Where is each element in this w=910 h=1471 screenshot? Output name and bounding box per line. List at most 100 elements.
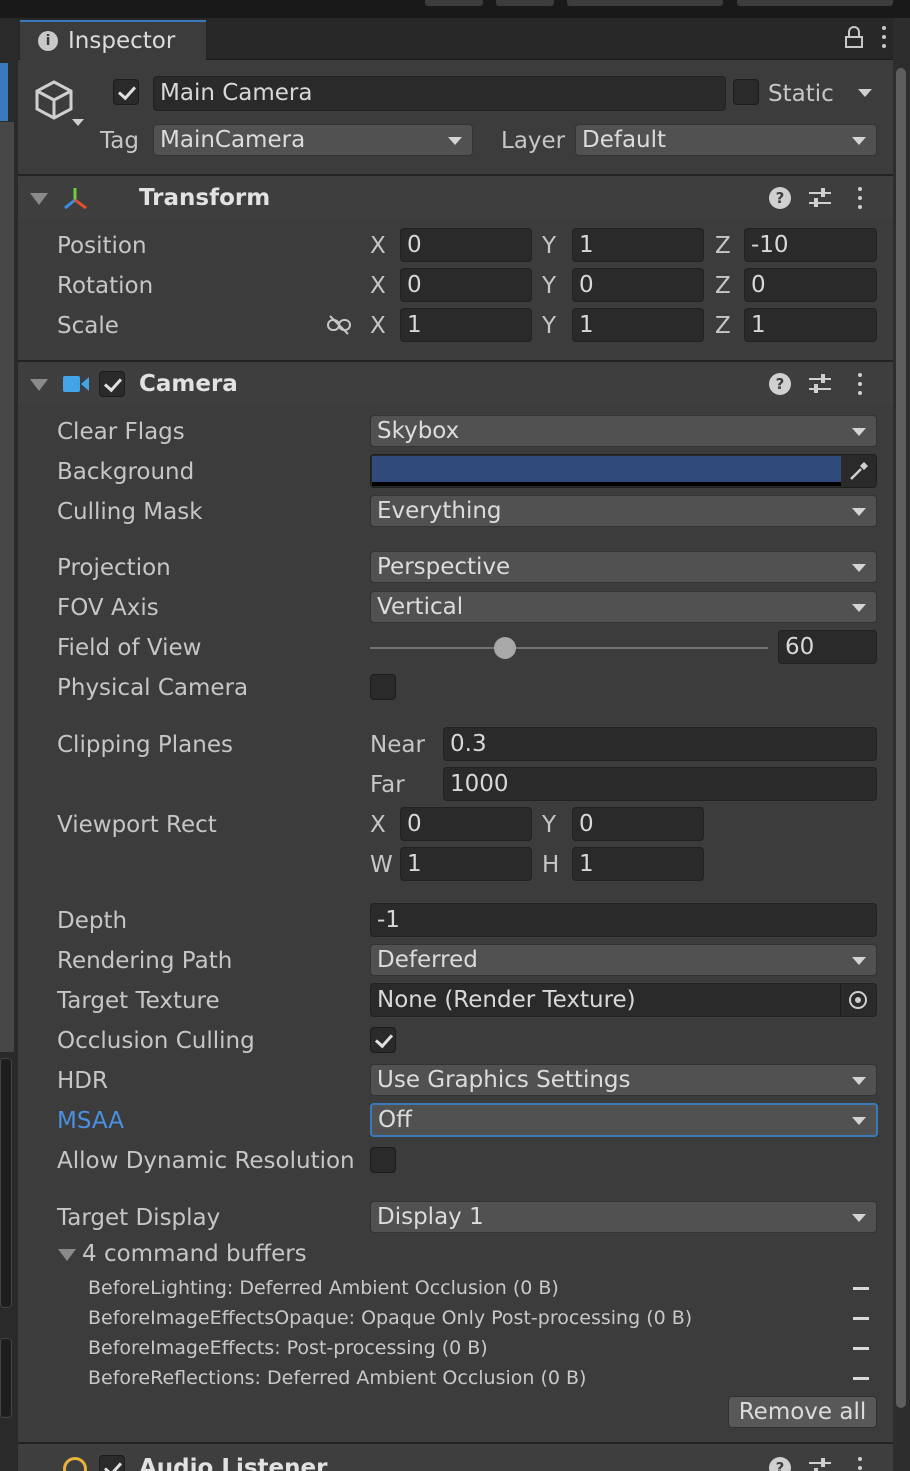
scale-x-input[interactable]: 1 — [400, 308, 532, 342]
scale-y-input[interactable]: 1 — [572, 308, 704, 342]
hdr-dropdown[interactable]: Use Graphics Settings — [370, 1064, 877, 1096]
camera-icon — [63, 376, 89, 392]
remove-buffer-button[interactable] — [853, 1377, 869, 1380]
near-label[interactable]: Near — [370, 730, 425, 760]
culling-mask-dropdown[interactable]: Everything — [370, 495, 877, 527]
dynamic-resolution-checkbox[interactable] — [370, 1147, 396, 1173]
occlusion-culling-checkbox[interactable] — [370, 1027, 396, 1053]
position-z-input[interactable]: -10 — [744, 228, 877, 262]
viewport-h-input[interactable]: 1 — [572, 847, 704, 881]
far-input[interactable]: 1000 — [443, 767, 877, 801]
background-color-swatch[interactable] — [372, 456, 841, 482]
remove-buffer-button[interactable] — [853, 1317, 869, 1320]
background-label: Background — [57, 459, 195, 485]
transform-title: Transform — [139, 185, 271, 211]
axis-x-label[interactable]: X — [370, 231, 386, 261]
object-name-input[interactable]: Main Camera — [153, 76, 726, 111]
viewport-x-input[interactable]: 0 — [400, 807, 532, 841]
transform-icon — [64, 188, 87, 210]
object-picker-icon[interactable] — [849, 991, 867, 1009]
kebab-icon[interactable] — [857, 1457, 863, 1471]
remove-buffer-button[interactable] — [853, 1347, 869, 1350]
command-buffer-item: BeforeReflections: Deferred Ambient Occl… — [88, 1367, 587, 1389]
tag-dropdown[interactable]: MainCamera — [153, 124, 473, 156]
position-y-input[interactable]: 1 — [572, 228, 704, 262]
rotation-label: Rotation — [57, 273, 154, 299]
icon-dropdown-arrow[interactable] — [72, 119, 84, 126]
camera-header[interactable]: Camera ? — [18, 363, 893, 405]
kebab-icon[interactable] — [857, 373, 863, 395]
rotation-y-input[interactable]: 0 — [572, 268, 704, 302]
eyedropper-icon[interactable] — [848, 460, 870, 482]
rendering-path-dropdown[interactable]: Deferred — [370, 944, 877, 976]
fov-slider-track[interactable] — [370, 647, 768, 649]
viewport-x-label[interactable]: X — [370, 810, 386, 840]
preset-icon[interactable] — [809, 1458, 831, 1471]
viewport-w-input[interactable]: 1 — [400, 847, 532, 881]
rotation-x-input[interactable]: 0 — [400, 268, 532, 302]
scale-z-input[interactable]: 1 — [744, 308, 877, 342]
static-checkbox[interactable] — [733, 79, 759, 105]
physical-camera-checkbox[interactable] — [370, 674, 396, 700]
axis-y-label[interactable]: Y — [542, 271, 556, 301]
msaa-dropdown[interactable]: Off — [370, 1103, 878, 1137]
far-label[interactable]: Far — [370, 770, 405, 800]
target-display-dropdown[interactable]: Display 1 — [370, 1201, 877, 1233]
divider — [18, 360, 893, 362]
near-input[interactable]: 0.3 — [443, 727, 877, 761]
unlink-icon[interactable] — [326, 315, 352, 335]
lock-icon[interactable] — [845, 26, 863, 48]
axis-x-label[interactable]: X — [370, 311, 386, 341]
target-display-value: Display 1 — [377, 1204, 484, 1230]
scrollbar[interactable] — [893, 18, 910, 1471]
command-buffer-item: BeforeLighting: Deferred Ambient Occlusi… — [88, 1277, 559, 1299]
background-color-field[interactable] — [370, 454, 877, 488]
fov-axis-dropdown[interactable]: Vertical — [370, 591, 877, 623]
preset-icon[interactable] — [809, 374, 831, 394]
viewport-rect-label: Viewport Rect — [57, 812, 217, 838]
static-dropdown-arrow[interactable] — [858, 89, 872, 97]
help-icon[interactable]: ? — [769, 1457, 791, 1471]
projection-dropdown[interactable]: Perspective — [370, 551, 877, 583]
remove-buffer-button[interactable] — [853, 1287, 869, 1290]
field-of-view-label: Field of View — [57, 635, 202, 661]
rotation-z-input[interactable]: 0 — [744, 268, 877, 302]
fov-input[interactable]: 60 — [778, 630, 877, 664]
axis-z-label[interactable]: Z — [715, 271, 731, 301]
msaa-value: Off — [378, 1107, 412, 1133]
hdr-label: HDR — [57, 1068, 108, 1094]
command-buffers-foldout-arrow[interactable] — [58, 1249, 76, 1261]
help-icon[interactable]: ? — [769, 187, 791, 209]
active-checkbox[interactable] — [113, 79, 139, 105]
camera-foldout-arrow[interactable] — [30, 379, 48, 391]
physical-camera-label: Physical Camera — [57, 675, 249, 701]
viewport-y-label[interactable]: Y — [542, 810, 556, 840]
axis-z-label[interactable]: Z — [715, 311, 731, 341]
preset-icon[interactable] — [809, 188, 831, 208]
viewport-y-input[interactable]: 0 — [572, 807, 704, 841]
kebab-icon[interactable] — [881, 26, 887, 48]
clear-flags-dropdown[interactable]: Skybox — [370, 415, 877, 447]
axis-y-label[interactable]: Y — [542, 311, 556, 341]
layer-dropdown[interactable]: Default — [575, 124, 877, 156]
audio-listener-header[interactable]: Audio Listener ? — [18, 1445, 893, 1471]
viewport-w-label[interactable]: W — [370, 850, 393, 880]
axis-x-label[interactable]: X — [370, 271, 386, 301]
audio-listener-checkbox[interactable] — [99, 1455, 125, 1471]
viewport-h-label[interactable]: H — [542, 850, 559, 880]
target-texture-field[interactable]: None (Render Texture) — [370, 983, 877, 1017]
kebab-icon[interactable] — [857, 187, 863, 209]
camera-enabled-checkbox[interactable] — [99, 371, 125, 397]
transform-foldout-arrow[interactable] — [30, 193, 48, 205]
fov-slider-thumb[interactable] — [494, 637, 517, 659]
axis-z-label[interactable]: Z — [715, 231, 731, 261]
command-buffers-header[interactable]: 4 command buffers — [82, 1239, 307, 1269]
transform-header[interactable]: Transform ? — [18, 177, 893, 219]
scrollbar-thumb[interactable] — [896, 68, 906, 1408]
tab-inspector[interactable]: i Inspector — [20, 20, 206, 60]
help-icon[interactable]: ? — [769, 373, 791, 395]
position-x-input[interactable]: 0 — [400, 228, 532, 262]
remove-all-button[interactable]: Remove all — [728, 1396, 877, 1428]
depth-input[interactable]: -1 — [370, 903, 877, 937]
axis-y-label[interactable]: Y — [542, 231, 556, 261]
